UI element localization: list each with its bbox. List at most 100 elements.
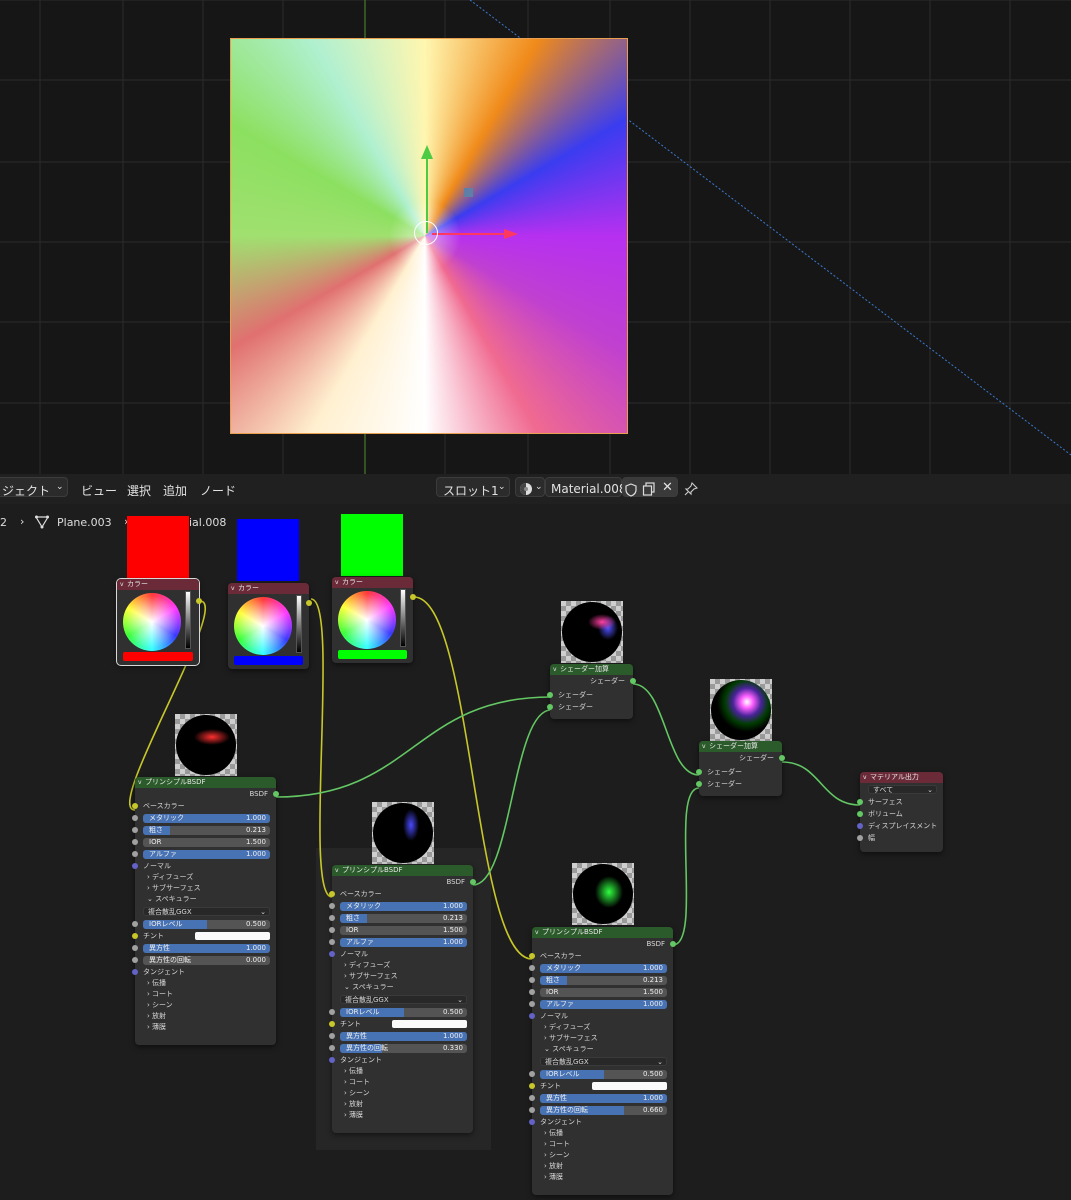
input-socket[interactable] xyxy=(132,827,138,833)
normal-socket[interactable] xyxy=(132,863,138,869)
input-socket[interactable] xyxy=(329,1045,335,1051)
displacement-socket[interactable] xyxy=(857,823,863,829)
input-socket[interactable] xyxy=(132,815,138,821)
x-arrow-head-icon[interactable] xyxy=(504,229,518,239)
roughness-field[interactable]: 粗さ 0.213 xyxy=(340,913,467,923)
add-shader-node-2[interactable]: v シェーダー加算 シェーダー シェーダー シェーダー xyxy=(696,741,785,796)
value-slider[interactable] xyxy=(185,591,191,649)
panel-transmission[interactable]: › 伝播 xyxy=(332,1066,473,1077)
bsdf-output-socket[interactable] xyxy=(670,941,676,947)
roughness-field[interactable]: 粗さ 0.213 xyxy=(540,975,667,985)
anisotropic-field[interactable]: 異方性 1.000 xyxy=(540,1093,667,1103)
menu-add[interactable]: 追加 xyxy=(163,482,187,499)
chevron-down-icon[interactable]: v xyxy=(231,583,235,594)
input-socket[interactable] xyxy=(529,989,535,995)
aniso-rotation-field[interactable]: 異方性の回転 0.000 xyxy=(143,955,270,965)
link-bsdf2-to-add1[interactable] xyxy=(472,709,552,886)
input-socket[interactable] xyxy=(329,915,335,921)
color-field[interactable] xyxy=(123,652,193,661)
chevron-down-icon[interactable]: v xyxy=(138,777,142,788)
color-output-socket[interactable] xyxy=(306,600,312,606)
principled-bsdf-node-1[interactable]: v プリンシプルBSDF BSDF ベースカラー メタリック 1.000 粗さ 0.2… xyxy=(132,777,279,1045)
input-socket[interactable] xyxy=(132,921,138,927)
panel-specular[interactable]: ⌄ スペキュラー xyxy=(532,1044,673,1055)
chevron-down-icon[interactable]: ⌄ xyxy=(56,482,64,492)
panel-sheen[interactable]: › シーン xyxy=(135,1000,276,1011)
metallic-field[interactable]: メタリック 1.000 xyxy=(540,963,667,973)
panel-emission[interactable]: › 放射 xyxy=(532,1161,673,1172)
thickness-socket[interactable] xyxy=(857,835,863,841)
tangent-socket[interactable] xyxy=(529,1119,535,1125)
panel-coat[interactable]: › コート xyxy=(135,989,276,1000)
color-field[interactable] xyxy=(338,650,407,659)
bsdf-output-socket[interactable] xyxy=(470,879,476,885)
panel-coat[interactable]: › コート xyxy=(532,1139,673,1150)
panel-specular[interactable]: ⌄ スペキュラー xyxy=(332,982,473,993)
menu-node[interactable]: ノード xyxy=(200,482,236,499)
menu-select[interactable]: 選択 xyxy=(127,482,151,499)
node-header[interactable]: v プリンシプルBSDF xyxy=(135,777,276,788)
node-header[interactable]: v シェーダー加算 xyxy=(699,741,782,752)
panel-diffuse[interactable]: › ディフューズ xyxy=(135,872,276,883)
panel-transmission[interactable]: › 伝播 xyxy=(135,978,276,989)
chevron-down-icon[interactable]: v xyxy=(535,927,539,938)
bsdf-output-socket[interactable] xyxy=(273,791,279,797)
panel-sheen[interactable]: › シーン xyxy=(332,1088,473,1099)
distribution-dropdown[interactable]: 複合散乱GGX ⌄ xyxy=(143,906,270,916)
color-node-red[interactable]: v カラー xyxy=(116,578,202,666)
normal-socket[interactable] xyxy=(529,1013,535,1019)
material-output-node[interactable]: v マテリアル出力 すべて ⌄ サーフェス ボリューム ディスプレイスメント 幅 xyxy=(857,772,943,852)
input-socket[interactable] xyxy=(132,851,138,857)
tint-socket[interactable] xyxy=(529,1083,535,1089)
aniso-rotation-field[interactable]: 異方性の回転 0.330 xyxy=(340,1043,467,1053)
base-color-socket[interactable] xyxy=(329,891,335,897)
ior-field[interactable]: IOR 1.500 xyxy=(540,987,667,997)
distribution-dropdown[interactable]: 複合散乱GGX ⌄ xyxy=(540,1056,667,1066)
anisotropic-field[interactable]: 異方性 1.000 xyxy=(340,1031,467,1041)
tint-color-field[interactable] xyxy=(392,1020,467,1028)
duplicate-icon[interactable] xyxy=(642,482,656,496)
input-socket[interactable] xyxy=(329,1033,335,1039)
tangent-socket[interactable] xyxy=(132,969,138,975)
input-socket[interactable] xyxy=(529,965,535,971)
link-bsdf1-to-add1[interactable] xyxy=(275,696,552,798)
ior-level-field[interactable]: IORレベル 0.500 xyxy=(540,1069,667,1079)
panel-thin-film[interactable]: › 薄膜 xyxy=(332,1110,473,1121)
panel-thin-film[interactable]: › 薄膜 xyxy=(532,1172,673,1183)
input-socket[interactable] xyxy=(529,1095,535,1101)
tint-socket[interactable] xyxy=(132,933,138,939)
link-blue-to-bsdf2[interactable] xyxy=(310,598,333,898)
color-node-header[interactable]: v カラー xyxy=(117,579,199,590)
shader-input-socket[interactable] xyxy=(547,692,553,698)
node-header[interactable]: v マテリアル出力 xyxy=(860,772,943,783)
input-socket[interactable] xyxy=(529,1001,535,1007)
alpha-field[interactable]: アルファ 1.000 xyxy=(340,937,467,947)
node-header[interactable]: v プリンシプルBSDF xyxy=(332,865,473,876)
panel-subsurface[interactable]: › サブサーフェス xyxy=(532,1033,673,1044)
add-shader-node-1[interactable]: v シェーダー加算 シェーダー シェーダー シェーダー xyxy=(547,664,636,719)
shader-input-socket[interactable] xyxy=(696,769,702,775)
input-socket[interactable] xyxy=(329,903,335,909)
shader-input-socket[interactable] xyxy=(696,781,702,787)
chevron-down-icon[interactable]: v xyxy=(120,579,124,590)
color-node-header[interactable]: v カラー xyxy=(332,577,413,588)
chevron-down-icon[interactable]: v xyxy=(553,664,557,675)
panel-diffuse[interactable]: › ディフューズ xyxy=(332,960,473,971)
color-wheel[interactable] xyxy=(123,593,181,651)
tint-color-field[interactable] xyxy=(195,932,270,940)
alpha-field[interactable]: アルファ 1.000 xyxy=(540,999,667,1009)
distribution-dropdown[interactable]: 複合散乱GGX ⌄ xyxy=(340,994,467,1004)
input-socket[interactable] xyxy=(329,939,335,945)
input-socket[interactable] xyxy=(132,839,138,845)
input-socket[interactable] xyxy=(329,1009,335,1015)
color-wheel[interactable] xyxy=(234,597,292,655)
normal-socket[interactable] xyxy=(329,951,335,957)
panel-subsurface[interactable]: › サブサーフェス xyxy=(332,971,473,982)
color-wheel[interactable] xyxy=(338,591,396,649)
input-socket[interactable] xyxy=(529,977,535,983)
input-socket[interactable] xyxy=(529,1071,535,1077)
ior-field[interactable]: IOR 1.500 xyxy=(143,837,270,847)
pin-icon[interactable] xyxy=(684,482,698,496)
panel-sheen[interactable]: › シーン xyxy=(532,1150,673,1161)
value-slider[interactable] xyxy=(400,589,406,647)
